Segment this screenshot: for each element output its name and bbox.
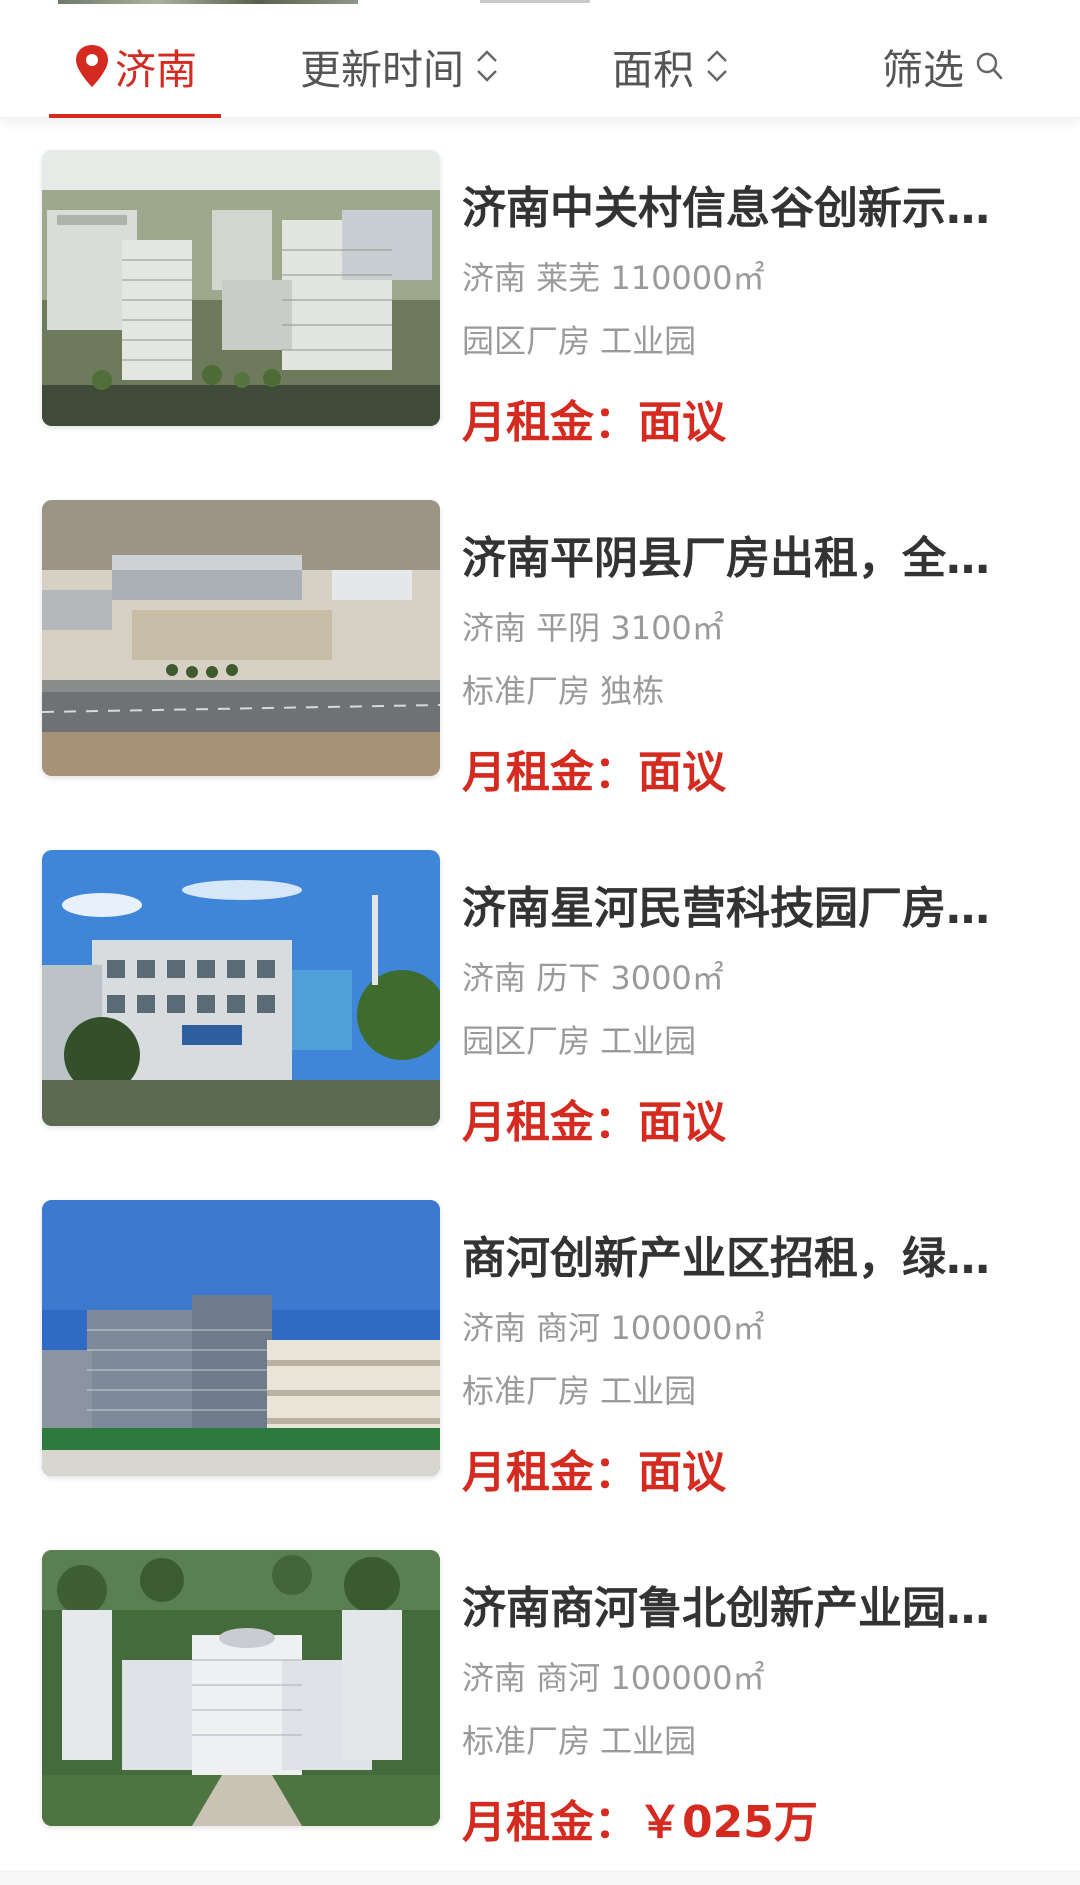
listing-location-area: 济南 平阴 3100㎡ bbox=[462, 609, 724, 647]
listing-thumbnail[interactable] bbox=[42, 1200, 440, 1476]
screen-label: 筛选 bbox=[882, 46, 964, 94]
sort-updown-icon bbox=[707, 50, 727, 82]
screen-filter[interactable]: 筛选 bbox=[882, 36, 1004, 96]
listing-title[interactable]: 济南平阴县厂房出租，全… bbox=[462, 522, 1052, 586]
rent-label: 月租金： bbox=[462, 1447, 638, 1498]
rent-value: 面议 bbox=[638, 1447, 726, 1498]
listing-tags: 标准厂房 工业园 bbox=[462, 1372, 697, 1410]
rent-label: 月租金： bbox=[462, 397, 638, 448]
listing-location-area: 济南 商河 100000㎡ bbox=[462, 1659, 765, 1697]
rent-value: ￥025万 bbox=[638, 1797, 818, 1848]
update-time-label: 更新时间 bbox=[300, 46, 464, 94]
listing-thumbnail[interactable] bbox=[42, 850, 440, 1126]
filter-bar: 济南 更新时间 面积 筛选 bbox=[0, 6, 1080, 118]
listing-tags: 园区厂房 工业园 bbox=[462, 322, 697, 360]
area-sort[interactable]: 面积 bbox=[612, 36, 730, 96]
office-building-blue-sky-image bbox=[42, 850, 440, 1126]
active-tab-underline bbox=[49, 114, 221, 118]
listing-card[interactable]: 济南商河鲁北创新产业园… 济南 商河 100000㎡ 标准厂房 工业园 月租金：… bbox=[42, 1550, 1042, 1848]
listing-rent: 月租金：面议 bbox=[462, 736, 726, 800]
listing-rent: 月租金：面议 bbox=[462, 1086, 726, 1150]
update-time-sort[interactable]: 更新时间 bbox=[300, 36, 500, 96]
listing-thumbnail[interactable] bbox=[42, 150, 440, 426]
listing-location-area: 济南 历下 3000㎡ bbox=[462, 959, 724, 997]
listing-title[interactable]: 济南中关村信息谷创新示… bbox=[462, 172, 1052, 236]
listing-card[interactable]: 济南平阴县厂房出租，全… 济南 平阴 3100㎡ 标准厂房 独栋 月租金：面议 bbox=[42, 500, 1042, 798]
industrial-buildings-blue-sky-image bbox=[42, 1200, 440, 1476]
rent-label: 月租金： bbox=[462, 1097, 638, 1148]
listing-title[interactable]: 济南商河鲁北创新产业园… bbox=[462, 1572, 1052, 1636]
listing-card[interactable]: 济南星河民营科技园厂房… 济南 历下 3000㎡ 园区厂房 工业园 月租金：面议 bbox=[42, 850, 1042, 1148]
innovation-park-aerial-render-image bbox=[42, 1550, 440, 1826]
listing-card[interactable]: 商河创新产业区招租，绿… 济南 商河 100000㎡ 标准厂房 工业园 月租金：… bbox=[42, 1200, 1042, 1498]
location-pin-icon bbox=[76, 45, 108, 87]
listing-title[interactable]: 商河创新产业区招租，绿… bbox=[462, 1222, 1052, 1286]
listing-rent: 月租金：￥025万 bbox=[462, 1786, 818, 1850]
listing-tags: 标准厂房 工业园 bbox=[462, 1722, 697, 1760]
listing-rent: 月租金：面议 bbox=[462, 1436, 726, 1500]
rent-value: 面议 bbox=[638, 397, 726, 448]
rent-value: 面议 bbox=[638, 747, 726, 798]
city-filter[interactable]: 济南 bbox=[73, 36, 197, 96]
listing-title[interactable]: 济南星河民营科技园厂房… bbox=[462, 872, 1052, 936]
industrial-park-aerial-image bbox=[42, 150, 440, 426]
listing-thumbnail[interactable] bbox=[42, 1550, 440, 1826]
listing-card[interactable]: 济南中关村信息谷创新示… 济南 莱芜 110000㎡ 园区厂房 工业园 月租金：… bbox=[42, 150, 1042, 448]
listing-location-area: 济南 商河 100000㎡ bbox=[462, 1309, 765, 1347]
list-bottom-edge bbox=[0, 1870, 1080, 1885]
listing-location-area: 济南 莱芜 110000㎡ bbox=[462, 259, 765, 297]
rent-value: 面议 bbox=[638, 1097, 726, 1148]
factory-aerial-road-image bbox=[42, 500, 440, 776]
listing-rent: 月租金：面议 bbox=[462, 386, 726, 450]
previous-text-edge bbox=[480, 0, 590, 3]
area-label: 面积 bbox=[612, 46, 694, 94]
listing-thumbnail[interactable] bbox=[42, 500, 440, 776]
search-icon bbox=[976, 52, 1003, 80]
city-filter-label: 济南 bbox=[115, 46, 197, 94]
rent-label: 月租金： bbox=[462, 1797, 638, 1848]
previous-thumb-edge bbox=[58, 0, 358, 4]
listing-tags: 标准厂房 独栋 bbox=[462, 672, 665, 710]
sort-updown-icon bbox=[477, 50, 497, 82]
listing-tags: 园区厂房 工业园 bbox=[462, 1022, 697, 1060]
rent-label: 月租金： bbox=[462, 747, 638, 798]
